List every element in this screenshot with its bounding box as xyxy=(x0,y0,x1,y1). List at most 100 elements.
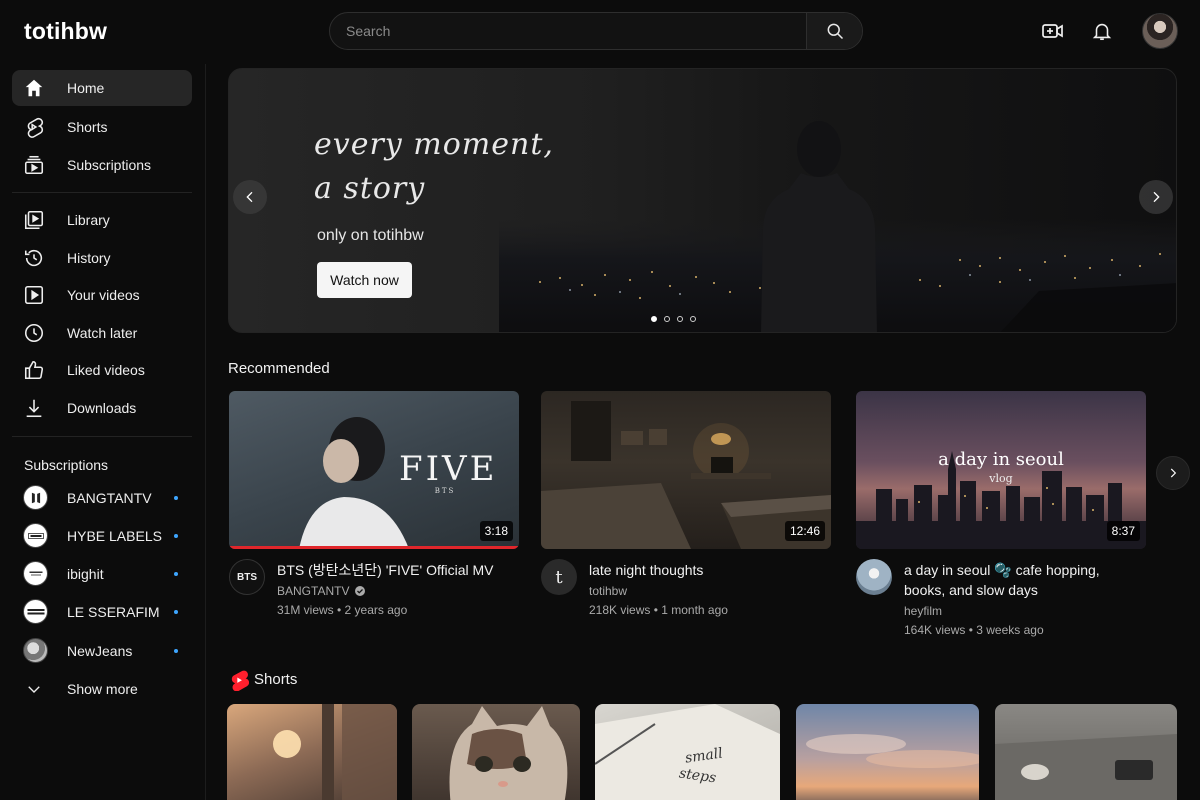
chevron-down-icon xyxy=(23,678,45,700)
sidebar-item-home[interactable]: Home xyxy=(12,70,192,106)
sidebar-item-liked-videos[interactable]: Liked videos xyxy=(12,352,192,388)
subscriptions-heading: Subscriptions xyxy=(24,457,109,473)
recommended-next-button[interactable] xyxy=(1156,456,1190,490)
cat-image xyxy=(449,706,568,800)
channel-name[interactable]: BANGTANTV xyxy=(277,584,349,598)
sidebar-item-label: Home xyxy=(67,80,105,96)
video-meta: 164K views • 3 weeks ago xyxy=(904,623,1044,637)
chevron-right-icon xyxy=(1170,468,1177,478)
clock-icon xyxy=(23,322,45,344)
short-thumbnail[interactable] xyxy=(995,704,1177,800)
video-card[interactable]: FIVE BTS 3:18 BTS BTS (방탄소년단) 'FIVE' Off… xyxy=(229,391,519,641)
video-title[interactable]: late night thoughts xyxy=(589,560,829,580)
video-card[interactable]: 12:46 t late night thoughts totihbw 218K… xyxy=(541,391,831,641)
carousel-dot[interactable] xyxy=(690,316,696,322)
sidebar-item-your-videos[interactable]: Your videos xyxy=(12,277,192,313)
channel-name-row[interactable]: totihbw xyxy=(589,584,627,598)
search-box xyxy=(329,12,863,50)
channel-name-row[interactable]: heyfilm xyxy=(904,604,942,618)
sidebar-item-label: Liked videos xyxy=(67,362,145,378)
notifications-button[interactable] xyxy=(1089,18,1115,44)
sidebar-item-label: Subscriptions xyxy=(67,157,152,173)
subscription-label: ibighit xyxy=(67,566,104,582)
channel-name-row[interactable]: BANGTANTV xyxy=(277,584,366,598)
search-input[interactable] xyxy=(330,13,808,49)
short-thumbnail[interactable] xyxy=(412,704,580,800)
video-thumbnail[interactable]: a day in seoul vlog 8:37 xyxy=(856,391,1146,549)
desk-image xyxy=(995,734,1177,800)
channel-avatar[interactable]: t xyxy=(541,559,577,595)
sunset-window-image xyxy=(273,704,397,800)
subscription-newjeans[interactable]: NewJeans xyxy=(12,633,192,669)
short-thumbnail[interactable] xyxy=(796,704,979,800)
subscription-label: NewJeans xyxy=(67,643,133,659)
channel-avatar[interactable] xyxy=(856,559,892,595)
show-more-button[interactable]: Show more xyxy=(12,671,192,707)
show-more-label: Show more xyxy=(67,681,138,697)
sidebar-divider xyxy=(12,192,192,193)
sidebar-divider xyxy=(12,436,192,437)
search-button[interactable] xyxy=(806,13,862,49)
video-title[interactable]: a day in seoul 🫧 cafe hopping, books, an… xyxy=(904,560,1144,600)
create-button[interactable] xyxy=(1040,18,1066,44)
sidebar-item-watch-later[interactable]: Watch later xyxy=(12,315,192,351)
subscription-bangtantv[interactable]: BANGTANTV xyxy=(12,480,192,516)
thumbnail-subtitle: BTS xyxy=(434,487,456,495)
sidebar-item-shorts[interactable]: Shorts xyxy=(12,109,192,145)
shorts-icon xyxy=(23,116,45,138)
hero-next-button[interactable] xyxy=(1139,180,1173,214)
video-thumbnail[interactable]: 12:46 xyxy=(541,391,831,549)
subscription-label: LE SSERAFIM xyxy=(67,604,160,620)
sidebar-item-history[interactable]: History xyxy=(12,240,192,276)
person-silhouette xyxy=(761,121,877,332)
short-thumbnail[interactable]: small steps xyxy=(595,704,780,800)
logo[interactable]: totihbw xyxy=(24,18,107,45)
video-title[interactable]: BTS (방탄소년단) 'FIVE' Official MV xyxy=(277,560,517,580)
recommended-heading: Recommended xyxy=(228,360,330,377)
download-icon xyxy=(23,397,45,419)
channel-name[interactable]: totihbw xyxy=(589,584,627,598)
carousel-dot[interactable] xyxy=(677,316,683,322)
bell-icon xyxy=(1092,23,1112,41)
carousel-dot[interactable] xyxy=(651,316,657,322)
hero-banner[interactable]: every moment, a story only on totihbw Wa… xyxy=(228,68,1177,333)
verified-icon xyxy=(355,586,366,596)
sidebar-item-label: History xyxy=(67,250,111,266)
thumbnail-subtitle: vlog xyxy=(989,472,1013,485)
video-thumbnail[interactable]: FIVE BTS 3:18 xyxy=(229,391,519,549)
channel-name[interactable]: heyfilm xyxy=(904,604,942,618)
carousel-dot[interactable] xyxy=(664,316,670,322)
home-icon xyxy=(23,77,45,99)
shorts-heading: Shorts xyxy=(254,671,298,688)
sky-clouds-image xyxy=(806,734,979,768)
subscription-le-sserafim[interactable]: LE SSERAFIM xyxy=(12,594,192,630)
short-thumbnail[interactable] xyxy=(227,704,397,800)
hero-subtitle: only on totihbw xyxy=(317,227,424,244)
sidebar: Home Shorts Subscriptions Library Histor… xyxy=(0,64,206,800)
hero-prev-button[interactable] xyxy=(233,180,267,214)
new-content-dot xyxy=(174,572,178,576)
channel-avatar xyxy=(23,523,48,548)
sidebar-item-label: Your videos xyxy=(67,287,140,303)
chevron-right-icon xyxy=(1153,191,1160,203)
video-card[interactable]: a day in seoul vlog 8:37 a day in seoul … xyxy=(856,391,1146,641)
subscription-label: HYBE LABELS xyxy=(67,528,162,544)
sidebar-item-downloads[interactable]: Downloads xyxy=(12,390,192,426)
sidebar-item-subscriptions[interactable]: Subscriptions xyxy=(12,147,192,183)
sidebar-item-library[interactable]: Library xyxy=(12,202,192,238)
thumbnail-title: FIVE xyxy=(399,449,498,489)
sidebar-item-label: Watch later xyxy=(67,325,138,341)
sidebar-item-label: Shorts xyxy=(67,119,108,135)
your-videos-icon xyxy=(23,284,45,306)
avatar[interactable] xyxy=(1142,13,1178,49)
duration-badge: 12:46 xyxy=(784,521,825,541)
shorts-icon xyxy=(231,670,249,691)
sidebar-item-label: Downloads xyxy=(67,400,137,416)
thumbs-up-icon xyxy=(23,359,45,381)
channel-avatar[interactable]: BTS xyxy=(229,559,265,595)
subscription-label: BANGTANTV xyxy=(67,490,152,506)
search-icon xyxy=(827,23,843,40)
watch-now-button[interactable]: Watch now xyxy=(317,262,412,298)
subscription-hybe-labels[interactable]: HYBE LABELS xyxy=(12,518,192,554)
subscription-ibighit[interactable]: ibighit xyxy=(12,556,192,592)
